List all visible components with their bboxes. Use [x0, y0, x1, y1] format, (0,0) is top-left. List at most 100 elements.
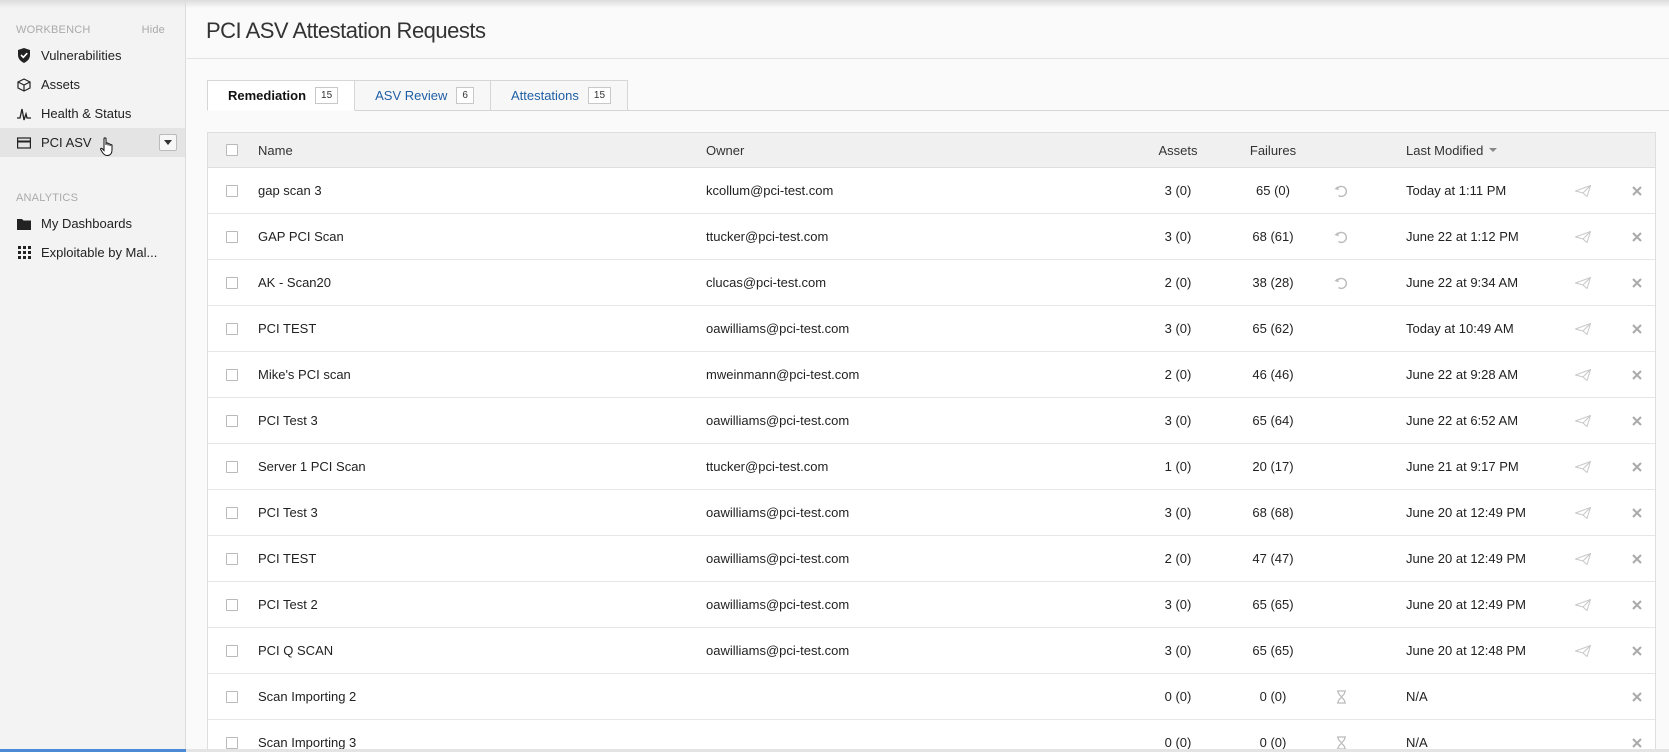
sidebar-item-health-status[interactable]: Health & Status [0, 99, 185, 128]
row-name[interactable]: Scan Importing 3 [258, 720, 356, 752]
delete-icon[interactable] [1632, 536, 1642, 581]
row-owner: oawilliams@pci-test.com [706, 551, 850, 566]
send-icon[interactable] [1575, 444, 1591, 489]
table-row[interactable]: Scan Importing 3 0 (0) 0 (0) N/A [208, 720, 1655, 752]
row-checkbox[interactable] [226, 168, 238, 213]
row-assets: 2 (0) [1164, 551, 1192, 566]
table-row[interactable]: gap scan 3 kcollum@pci-test.com 3 (0) 65 (0… [208, 168, 1655, 214]
delete-icon[interactable] [1632, 628, 1642, 673]
revert-icon[interactable] [1333, 168, 1349, 213]
table-row[interactable]: AK - Scan20 clucas@pci-test.com 2 (0) 38 (2… [208, 260, 1655, 306]
row-failures: 38 (28) [1252, 275, 1294, 290]
sidebar-item-my-dashboards[interactable]: My Dashboards [0, 209, 185, 238]
row-checkbox[interactable] [226, 582, 238, 627]
row-name[interactable]: gap scan 3 [258, 168, 322, 213]
title-divider [187, 58, 1669, 59]
row-checkbox[interactable] [226, 674, 238, 719]
row-last-modified: June 20 at 12:49 PM [1406, 505, 1526, 520]
tab-count-badge: 6 [456, 87, 474, 104]
row-checkbox[interactable] [226, 214, 238, 259]
table-row[interactable]: PCI TEST oawilliams@pci-test.com 3 (0) 65 (… [208, 306, 1655, 352]
sidebar-item-assets[interactable]: Assets [0, 70, 185, 99]
delete-icon[interactable] [1632, 306, 1642, 351]
column-header-failures[interactable]: Failures [1237, 133, 1309, 167]
sidebar-item-exploitable[interactable]: Exploitable by Mal... [0, 238, 185, 267]
delete-icon[interactable] [1632, 720, 1642, 752]
row-name[interactable]: PCI TEST [258, 306, 316, 351]
hide-sidebar-link[interactable]: Hide [142, 24, 165, 36]
row-checkbox[interactable] [226, 352, 238, 397]
table-row[interactable]: PCI Q SCAN oawilliams@pci-test.com 3 (0) 65… [208, 628, 1655, 674]
row-assets: 3 (0) [1164, 643, 1192, 658]
send-icon[interactable] [1575, 352, 1591, 397]
column-header-name[interactable]: Name [258, 133, 293, 167]
row-checkbox[interactable] [226, 260, 238, 305]
delete-icon[interactable] [1632, 674, 1642, 719]
tab-attestations[interactable]: Attestations 15 [490, 80, 629, 111]
send-icon[interactable] [1575, 260, 1591, 305]
row-name[interactable]: Server 1 PCI Scan [258, 444, 366, 489]
column-header-last-modified[interactable]: Last Modified [1406, 133, 1498, 167]
row-owner: oawilliams@pci-test.com [706, 321, 850, 336]
tab-remediation[interactable]: Remediation 15 [207, 80, 356, 111]
send-icon[interactable] [1575, 398, 1591, 443]
row-name[interactable]: PCI Test 3 [258, 490, 318, 535]
chevron-down-icon [164, 140, 172, 145]
row-name[interactable]: PCI Test 2 [258, 582, 318, 627]
revert-icon[interactable] [1333, 214, 1349, 259]
table-row[interactable]: PCI Test 2 oawilliams@pci-test.com 3 (0) 65… [208, 582, 1655, 628]
delete-icon[interactable] [1632, 444, 1642, 489]
hand-cursor-icon [100, 137, 113, 157]
delete-icon[interactable] [1632, 398, 1642, 443]
row-checkbox[interactable] [226, 490, 238, 535]
send-icon[interactable] [1575, 536, 1591, 581]
delete-icon[interactable] [1632, 582, 1642, 627]
table-row[interactable]: Server 1 PCI Scan ttucker@pci-test.com 1 (… [208, 444, 1655, 490]
row-assets: 3 (0) [1164, 413, 1192, 428]
row-name[interactable]: PCI TEST [258, 536, 316, 581]
requests-table: Name Owner Assets Failures Last Modified… [207, 132, 1656, 752]
delete-icon[interactable] [1632, 168, 1642, 213]
row-name[interactable]: Scan Importing 2 [258, 674, 356, 719]
analytics-header: ANALYTICS [0, 191, 185, 205]
send-icon[interactable] [1575, 490, 1591, 535]
revert-icon[interactable] [1333, 260, 1349, 305]
send-icon[interactable] [1575, 168, 1591, 213]
select-all-checkbox[interactable] [226, 133, 238, 167]
send-icon[interactable] [1575, 306, 1591, 351]
row-failures: 46 (46) [1252, 367, 1294, 382]
tab-asv-review[interactable]: ASV Review 6 [355, 80, 491, 111]
row-checkbox[interactable] [226, 398, 238, 443]
row-assets: 3 (0) [1164, 321, 1192, 336]
send-icon[interactable] [1575, 628, 1591, 673]
row-checkbox[interactable] [226, 536, 238, 581]
send-icon[interactable] [1575, 582, 1591, 627]
table-row[interactable]: GAP PCI Scan ttucker@pci-test.com 3 (0) 68 … [208, 214, 1655, 260]
row-checkbox[interactable] [226, 628, 238, 673]
row-name[interactable]: GAP PCI Scan [258, 214, 344, 259]
row-last-modified: June 22 at 6:52 AM [1406, 413, 1519, 428]
sidebar-item-vulnerabilities[interactable]: Vulnerabilities [0, 41, 185, 70]
send-icon[interactable] [1575, 214, 1591, 259]
row-name[interactable]: AK - Scan20 [258, 260, 331, 305]
delete-icon[interactable] [1632, 260, 1642, 305]
column-header-owner[interactable]: Owner [706, 133, 744, 167]
row-name[interactable]: PCI Q SCAN [258, 628, 333, 673]
row-name[interactable]: Mike's PCI scan [258, 352, 351, 397]
row-checkbox[interactable] [226, 306, 238, 351]
table-row[interactable]: PCI Test 3 oawilliams@pci-test.com 3 (0) 68… [208, 490, 1655, 536]
pci-asv-dropdown-button[interactable] [159, 134, 177, 151]
row-name[interactable]: PCI Test 3 [258, 398, 318, 443]
sidebar-item-pci-asv[interactable]: PCI ASV [0, 128, 185, 157]
column-header-assets[interactable]: Assets [1143, 133, 1213, 167]
table-row[interactable]: PCI Test 3 oawilliams@pci-test.com 3 (0) 65… [208, 398, 1655, 444]
delete-icon[interactable] [1632, 352, 1642, 397]
delete-icon[interactable] [1632, 214, 1642, 259]
row-checkbox[interactable] [226, 444, 238, 489]
row-checkbox[interactable] [226, 720, 238, 752]
sidebar-item-label: Health & Status [41, 106, 132, 121]
table-row[interactable]: Scan Importing 2 0 (0) 0 (0) N/A [208, 674, 1655, 720]
table-row[interactable]: PCI TEST oawilliams@pci-test.com 2 (0) 47 (… [208, 536, 1655, 582]
table-row[interactable]: Mike's PCI scan mweinmann@pci-test.com 2 (… [208, 352, 1655, 398]
delete-icon[interactable] [1632, 490, 1642, 535]
